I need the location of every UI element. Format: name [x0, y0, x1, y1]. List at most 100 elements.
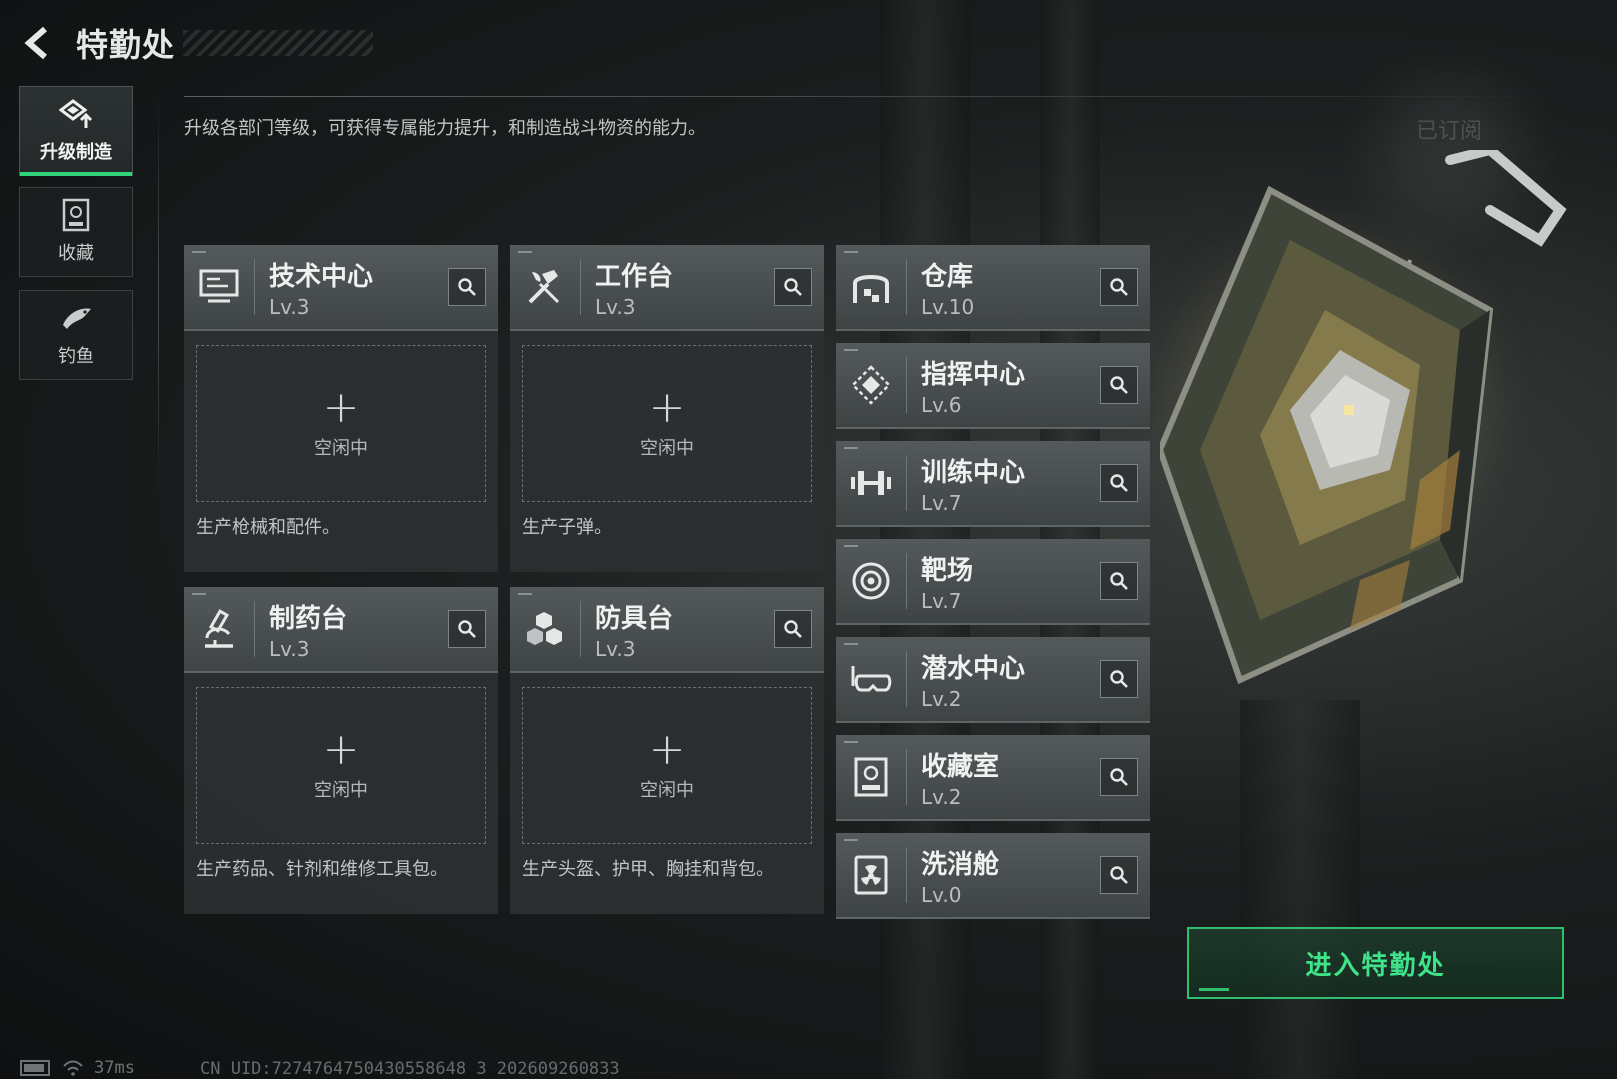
production-slot[interactable]: + 空闲中 [522, 345, 812, 502]
facility-collection-room[interactable]: 收藏室 Lv.2 [836, 735, 1150, 821]
enter-special-ops-button[interactable]: 进入特勤处 [1187, 927, 1564, 999]
facility-warehouse[interactable]: 仓库 Lv.10 [836, 245, 1150, 331]
search-button[interactable] [774, 610, 812, 648]
facility-name: 靶场 [921, 555, 974, 586]
facility-cube-illustration [1156, 144, 1580, 710]
subscribed-label: 已订阅 [1416, 119, 1483, 144]
facility-command-center[interactable]: 指挥中心 Lv.6 [836, 343, 1150, 429]
header-bar: 特勤处 [18, 18, 388, 68]
production-slot[interactable]: + 空闲中 [196, 345, 486, 502]
production-slot[interactable]: + 空闲中 [196, 687, 486, 844]
card-header[interactable]: 工作台 Lv.3 [510, 245, 824, 331]
facility-name: 仓库 [921, 261, 974, 292]
search-icon [1110, 474, 1128, 492]
card-name: 制药台 [269, 603, 348, 634]
plus-icon: + [322, 381, 360, 433]
sidebar-item-fishing[interactable]: 钓鱼 [19, 290, 133, 380]
card-description: 生产枪械和配件。 [196, 517, 340, 538]
search-icon [1110, 278, 1128, 296]
slot-status: 空闲中 [640, 437, 694, 459]
facility-training-center[interactable]: 训练中心 Lv.7 [836, 441, 1150, 527]
facility-name: 收藏室 [921, 751, 1000, 782]
ping-value: 37ms [94, 1058, 135, 1078]
status-bar: 37ms [20, 1058, 135, 1078]
warehouse-icon [836, 244, 906, 330]
uid-text: CN UID:7274764750430558648 3 20260926083… [200, 1059, 620, 1079]
facility-shooting-range[interactable]: 靶场 Lv.7 [836, 539, 1150, 625]
card-header[interactable]: 技术中心 Lv.3 [184, 245, 498, 331]
search-button[interactable] [448, 268, 486, 306]
wifi-icon [63, 1060, 83, 1076]
search-icon [1110, 866, 1128, 884]
collection-icon [59, 198, 93, 232]
plus-icon: + [322, 723, 360, 775]
slot-status: 空闲中 [640, 779, 694, 801]
search-button[interactable] [1100, 366, 1138, 404]
search-icon [784, 620, 802, 638]
enter-button-label: 进入特勤处 [1305, 950, 1446, 981]
production-card-pharmacy: 制药台 Lv.3 + 空闲中 生产药品、针剂和维修工具包。 [184, 587, 498, 914]
facility-diving-center[interactable]: 潜水中心 Lv.2 [836, 637, 1150, 723]
production-card-armor: 防具台 Lv.3 + 空闲中 生产头盔、护甲、胸挂和背包。 [510, 587, 824, 914]
card-name: 防具台 [595, 603, 674, 634]
facility-level: Lv.0 [921, 882, 962, 907]
slot-status: 空闲中 [314, 437, 368, 459]
facility-decontamination[interactable]: 洗消舱 Lv.0 [836, 833, 1150, 919]
facility-level: Lv.10 [921, 294, 975, 319]
card-header[interactable]: 制药台 Lv.3 [184, 587, 498, 673]
facility-level: Lv.2 [921, 784, 962, 809]
facility-level: Lv.2 [921, 686, 962, 711]
title-hatch-decoration [183, 30, 374, 56]
sidebar-item-upgrade[interactable]: 升级制造 [19, 86, 133, 176]
card-level: Lv.3 [595, 294, 636, 319]
card-name: 工作台 [595, 261, 674, 292]
search-button[interactable] [1100, 562, 1138, 600]
dumbbell-icon [836, 440, 906, 526]
page-description: 升级各部门等级，可获得专属能力提升，和制造战斗物资的能力。 [184, 118, 706, 139]
search-icon [784, 278, 802, 296]
card-description: 生产头盔、护甲、胸挂和背包。 [522, 859, 774, 880]
upgrade-icon [59, 98, 93, 130]
back-button[interactable] [18, 23, 58, 63]
facility-level: Lv.7 [921, 588, 962, 613]
sidebar-item-label: 收藏 [58, 243, 94, 264]
card-description: 生产药品、针剂和维修工具包。 [196, 859, 448, 880]
target-icon [836, 538, 906, 624]
search-icon [1110, 376, 1128, 394]
command-chip-icon [836, 342, 906, 428]
facility-name: 训练中心 [921, 457, 1026, 488]
top-divider [184, 96, 1594, 97]
computer-icon [184, 244, 254, 330]
sidebar-item-label: 钓鱼 [58, 346, 94, 367]
facility-name: 潜水中心 [921, 653, 1026, 684]
armor-blocks-icon [510, 586, 580, 672]
search-button[interactable] [448, 610, 486, 648]
sidebar-item-label: 升级制造 [40, 142, 112, 163]
card-level: Lv.3 [269, 294, 310, 319]
facility-level: Lv.6 [921, 392, 962, 417]
back-arrow-icon [24, 26, 47, 60]
search-button[interactable] [1100, 464, 1138, 502]
card-description: 生产子弹。 [522, 517, 612, 538]
tools-icon [510, 244, 580, 330]
search-icon [1110, 670, 1128, 688]
search-button[interactable] [774, 268, 812, 306]
facility-level: Lv.7 [921, 490, 962, 515]
plus-icon: + [648, 381, 686, 433]
fish-icon [59, 302, 93, 334]
search-button[interactable] [1100, 856, 1138, 894]
card-header[interactable]: 防具台 Lv.3 [510, 587, 824, 673]
search-icon [458, 278, 476, 296]
plus-icon: + [648, 723, 686, 775]
microscope-icon [184, 586, 254, 672]
search-button[interactable] [1100, 758, 1138, 796]
sidebar-item-collection[interactable]: 收藏 [19, 187, 133, 277]
facility-name: 洗消舱 [921, 849, 1000, 880]
search-icon [1110, 768, 1128, 786]
card-name: 技术中心 [269, 261, 374, 292]
sidebar-divider [158, 90, 159, 500]
battery-icon [20, 1060, 50, 1076]
search-button[interactable] [1100, 268, 1138, 306]
production-slot[interactable]: + 空闲中 [522, 687, 812, 844]
search-button[interactable] [1100, 660, 1138, 698]
